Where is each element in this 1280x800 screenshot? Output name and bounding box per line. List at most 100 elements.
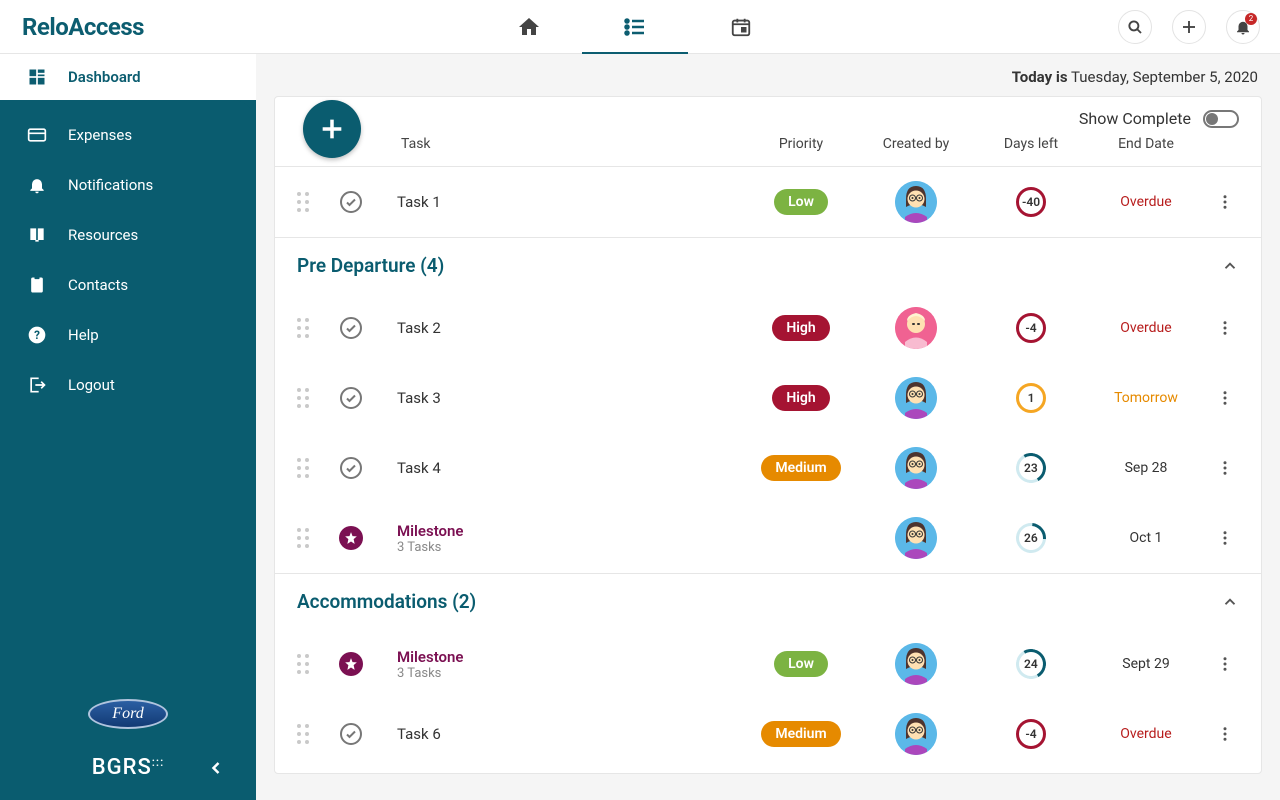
svg-text:?: ? [34, 328, 40, 342]
top-nav [256, 14, 1118, 40]
avatar[interactable] [895, 643, 937, 685]
priority-pill: Medium [761, 455, 840, 481]
section-title: Accommodations (2) [297, 590, 476, 613]
sidebar-item-label: Dashboard [68, 68, 141, 86]
check-circle-icon[interactable] [339, 456, 363, 480]
panel-toolbar: Show Complete [275, 97, 1261, 128]
collapse-sidebar-button[interactable] [206, 758, 226, 778]
help-icon: ? [26, 324, 48, 346]
avatar[interactable] [895, 517, 937, 559]
sidebar-item-notifications[interactable]: Notifications [0, 160, 256, 210]
days-left-ring: 1 [1016, 383, 1046, 413]
sidebar-footer: Ford BGRS::: [0, 685, 256, 800]
sidebar-active-item[interactable]: Dashboard [0, 54, 256, 100]
row-menu-button[interactable] [1211, 655, 1239, 673]
days-left-ring: -40 [1016, 187, 1046, 217]
drag-handle-icon[interactable] [297, 388, 321, 408]
section-header[interactable]: Pre Departure (4) [275, 237, 1261, 293]
sidebar-item-label: Help [68, 326, 99, 344]
drag-handle-icon[interactable] [297, 318, 321, 338]
avatar[interactable] [895, 713, 937, 755]
drag-handle-icon[interactable] [297, 724, 321, 744]
sidebar: Dashboard Expenses Notifications Resourc… [0, 54, 256, 800]
check-circle-icon[interactable] [339, 316, 363, 340]
ford-logo: Ford [88, 699, 168, 729]
home-icon[interactable] [516, 14, 542, 40]
section-header[interactable]: Accommodations (2) [275, 573, 1261, 629]
row-menu-button[interactable] [1211, 459, 1239, 477]
days-left-ring: 23 [1013, 450, 1050, 487]
avatar[interactable] [895, 447, 937, 489]
sidebar-item-resources[interactable]: Resources [0, 210, 256, 260]
task-name[interactable]: Milestone3 Tasks [397, 648, 751, 681]
row-menu-button[interactable] [1211, 193, 1239, 211]
table-row: Task 4 Medium 23 Sep 28 [275, 433, 1261, 503]
check-circle-icon[interactable] [339, 386, 363, 410]
sidebar-item-label: Contacts [68, 276, 128, 294]
row-menu-button[interactable] [1211, 725, 1239, 743]
today-date: Today is Tuesday, September 5, 2020 [274, 54, 1262, 96]
drag-handle-icon[interactable] [297, 654, 321, 674]
task-name[interactable]: Task 3 [397, 389, 751, 407]
avatar[interactable] [895, 181, 937, 223]
end-date: Sep 28 [1081, 460, 1211, 476]
sidebar-item-logout[interactable]: Logout [0, 360, 256, 410]
table-row: Task 3 High 1 Tomorrow [275, 363, 1261, 433]
notification-badge: 2 [1245, 13, 1257, 25]
avatar[interactable] [895, 377, 937, 419]
drag-handle-icon[interactable] [297, 192, 321, 212]
days-left-ring: 24 [1013, 646, 1050, 683]
dashboard-icon [26, 66, 48, 88]
table-row: Task 6Medium-4Overdue [275, 699, 1261, 769]
col-created: Created by [851, 136, 981, 152]
check-circle-icon[interactable] [339, 190, 363, 214]
end-date: Overdue [1081, 726, 1211, 742]
show-complete-toggle[interactable] [1203, 110, 1239, 128]
main-content: Today is Tuesday, September 5, 2020 Show… [256, 54, 1280, 800]
row-menu-button[interactable] [1211, 319, 1239, 337]
chevron-up-icon [1221, 257, 1239, 275]
milestone-star-icon[interactable] [339, 526, 363, 550]
priority-pill: Medium [761, 721, 840, 747]
sidebar-item-help[interactable]: ? Help [0, 310, 256, 360]
task-subtext: 3 Tasks [397, 666, 751, 681]
table-row: Task 2High-4Overdue [275, 293, 1261, 363]
sidebar-item-expenses[interactable]: Expenses [0, 110, 256, 160]
top-header: ReloAccess 2 [0, 0, 1280, 54]
add-task-fab[interactable] [303, 100, 361, 158]
end-date: Tomorrow [1081, 390, 1211, 406]
tasks-panel: Show Complete Task Priority Created by D… [274, 96, 1262, 774]
task-name[interactable]: Milestone3 Tasks [397, 522, 751, 555]
table-row: Milestone3 TasksLow24Sept 29 [275, 629, 1261, 699]
drag-handle-icon[interactable] [297, 528, 321, 548]
chevron-up-icon [1221, 593, 1239, 611]
days-left-ring: -4 [1016, 313, 1046, 343]
notifications-button[interactable]: 2 [1226, 10, 1260, 44]
add-button[interactable] [1172, 10, 1206, 44]
avatar[interactable] [895, 307, 937, 349]
col-task: Task [401, 136, 751, 152]
col-priority: Priority [751, 136, 851, 152]
show-complete-label: Show Complete [1079, 109, 1191, 128]
calendar-icon[interactable] [728, 14, 754, 40]
check-circle-icon[interactable] [339, 722, 363, 746]
table-header: Task Priority Created by Days left End D… [275, 128, 1261, 167]
search-button[interactable] [1118, 10, 1152, 44]
col-days: Days left [981, 136, 1081, 152]
priority-pill: Low [774, 651, 828, 677]
tasks-icon[interactable] [622, 14, 648, 40]
task-name[interactable]: Task 2 [397, 319, 751, 337]
task-name[interactable]: Task 1 [397, 193, 751, 211]
card-icon [26, 124, 48, 146]
sidebar-item-contacts[interactable]: Contacts [0, 260, 256, 310]
row-menu-button[interactable] [1211, 389, 1239, 407]
book-icon [26, 224, 48, 246]
row-menu-button[interactable] [1211, 529, 1239, 547]
task-name[interactable]: Task 4 [397, 459, 751, 477]
days-left-ring: 26 [1010, 517, 1052, 559]
drag-handle-icon[interactable] [297, 458, 321, 478]
milestone-star-icon[interactable] [339, 652, 363, 676]
sidebar-item-label: Logout [68, 376, 115, 394]
priority-pill: High [772, 385, 829, 411]
task-name[interactable]: Task 6 [397, 725, 751, 743]
